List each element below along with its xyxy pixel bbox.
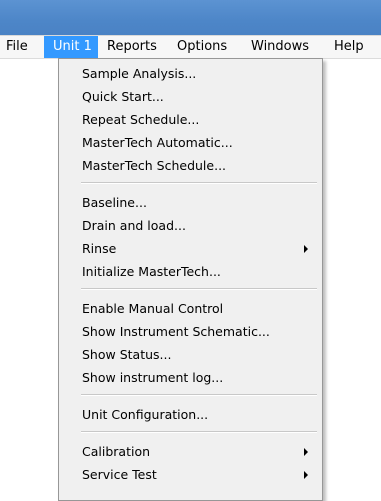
menu-item-drain-and-load[interactable]: Drain and load... (59, 215, 322, 237)
menu-file[interactable]: File (0, 36, 44, 58)
menu-unit-1[interactable]: Unit 1 (44, 36, 98, 58)
submenu-arrow-icon (304, 245, 308, 253)
title-bar[interactable] (0, 0, 381, 35)
menu-item-service-test[interactable]: Service Test (59, 464, 322, 486)
menu-item-initialize-mastertech[interactable]: Initialize MasterTech... (59, 261, 322, 283)
menu-bar: File Unit 1 Reports Options Windows Help (0, 35, 381, 59)
menu-options[interactable]: Options (168, 36, 242, 58)
unit-1-dropdown-menu: Sample Analysis... Quick Start... Repeat… (58, 58, 323, 501)
menu-item-service-test-label: Service Test (82, 467, 157, 482)
submenu-arrow-icon (304, 448, 308, 456)
menu-item-baseline[interactable]: Baseline... (59, 192, 322, 214)
menu-help[interactable]: Help (325, 36, 381, 58)
menu-item-show-status[interactable]: Show Status... (59, 344, 322, 366)
menu-item-mastertech-automatic[interactable]: MasterTech Automatic... (59, 132, 322, 154)
menu-reports[interactable]: Reports (98, 36, 168, 58)
menu-item-sample-analysis[interactable]: Sample Analysis... (59, 63, 322, 85)
menu-item-calibration-label: Calibration (82, 444, 151, 459)
menu-item-calibration[interactable]: Calibration (59, 441, 322, 463)
menu-item-show-instrument-schematic[interactable]: Show Instrument Schematic... (59, 321, 322, 343)
app-window: File Unit 1 Reports Options Windows Help… (0, 0, 381, 501)
menu-item-quick-start[interactable]: Quick Start... (59, 86, 322, 108)
menu-item-show-instrument-log[interactable]: Show instrument log... (59, 367, 322, 389)
menu-separator (81, 431, 317, 433)
menu-item-rinse-label: Rinse (82, 241, 117, 256)
menu-item-unit-configuration[interactable]: Unit Configuration... (59, 404, 322, 426)
menu-item-mastertech-schedule[interactable]: MasterTech Schedule... (59, 155, 322, 177)
submenu-arrow-icon (304, 471, 308, 479)
menu-separator (81, 394, 317, 396)
menu-separator (81, 182, 317, 184)
menu-item-repeat-schedule[interactable]: Repeat Schedule... (59, 109, 322, 131)
menu-item-enable-manual-control[interactable]: Enable Manual Control (59, 298, 322, 320)
menu-separator (81, 288, 317, 290)
menu-item-rinse[interactable]: Rinse (59, 238, 322, 260)
menu-windows[interactable]: Windows (242, 36, 325, 58)
